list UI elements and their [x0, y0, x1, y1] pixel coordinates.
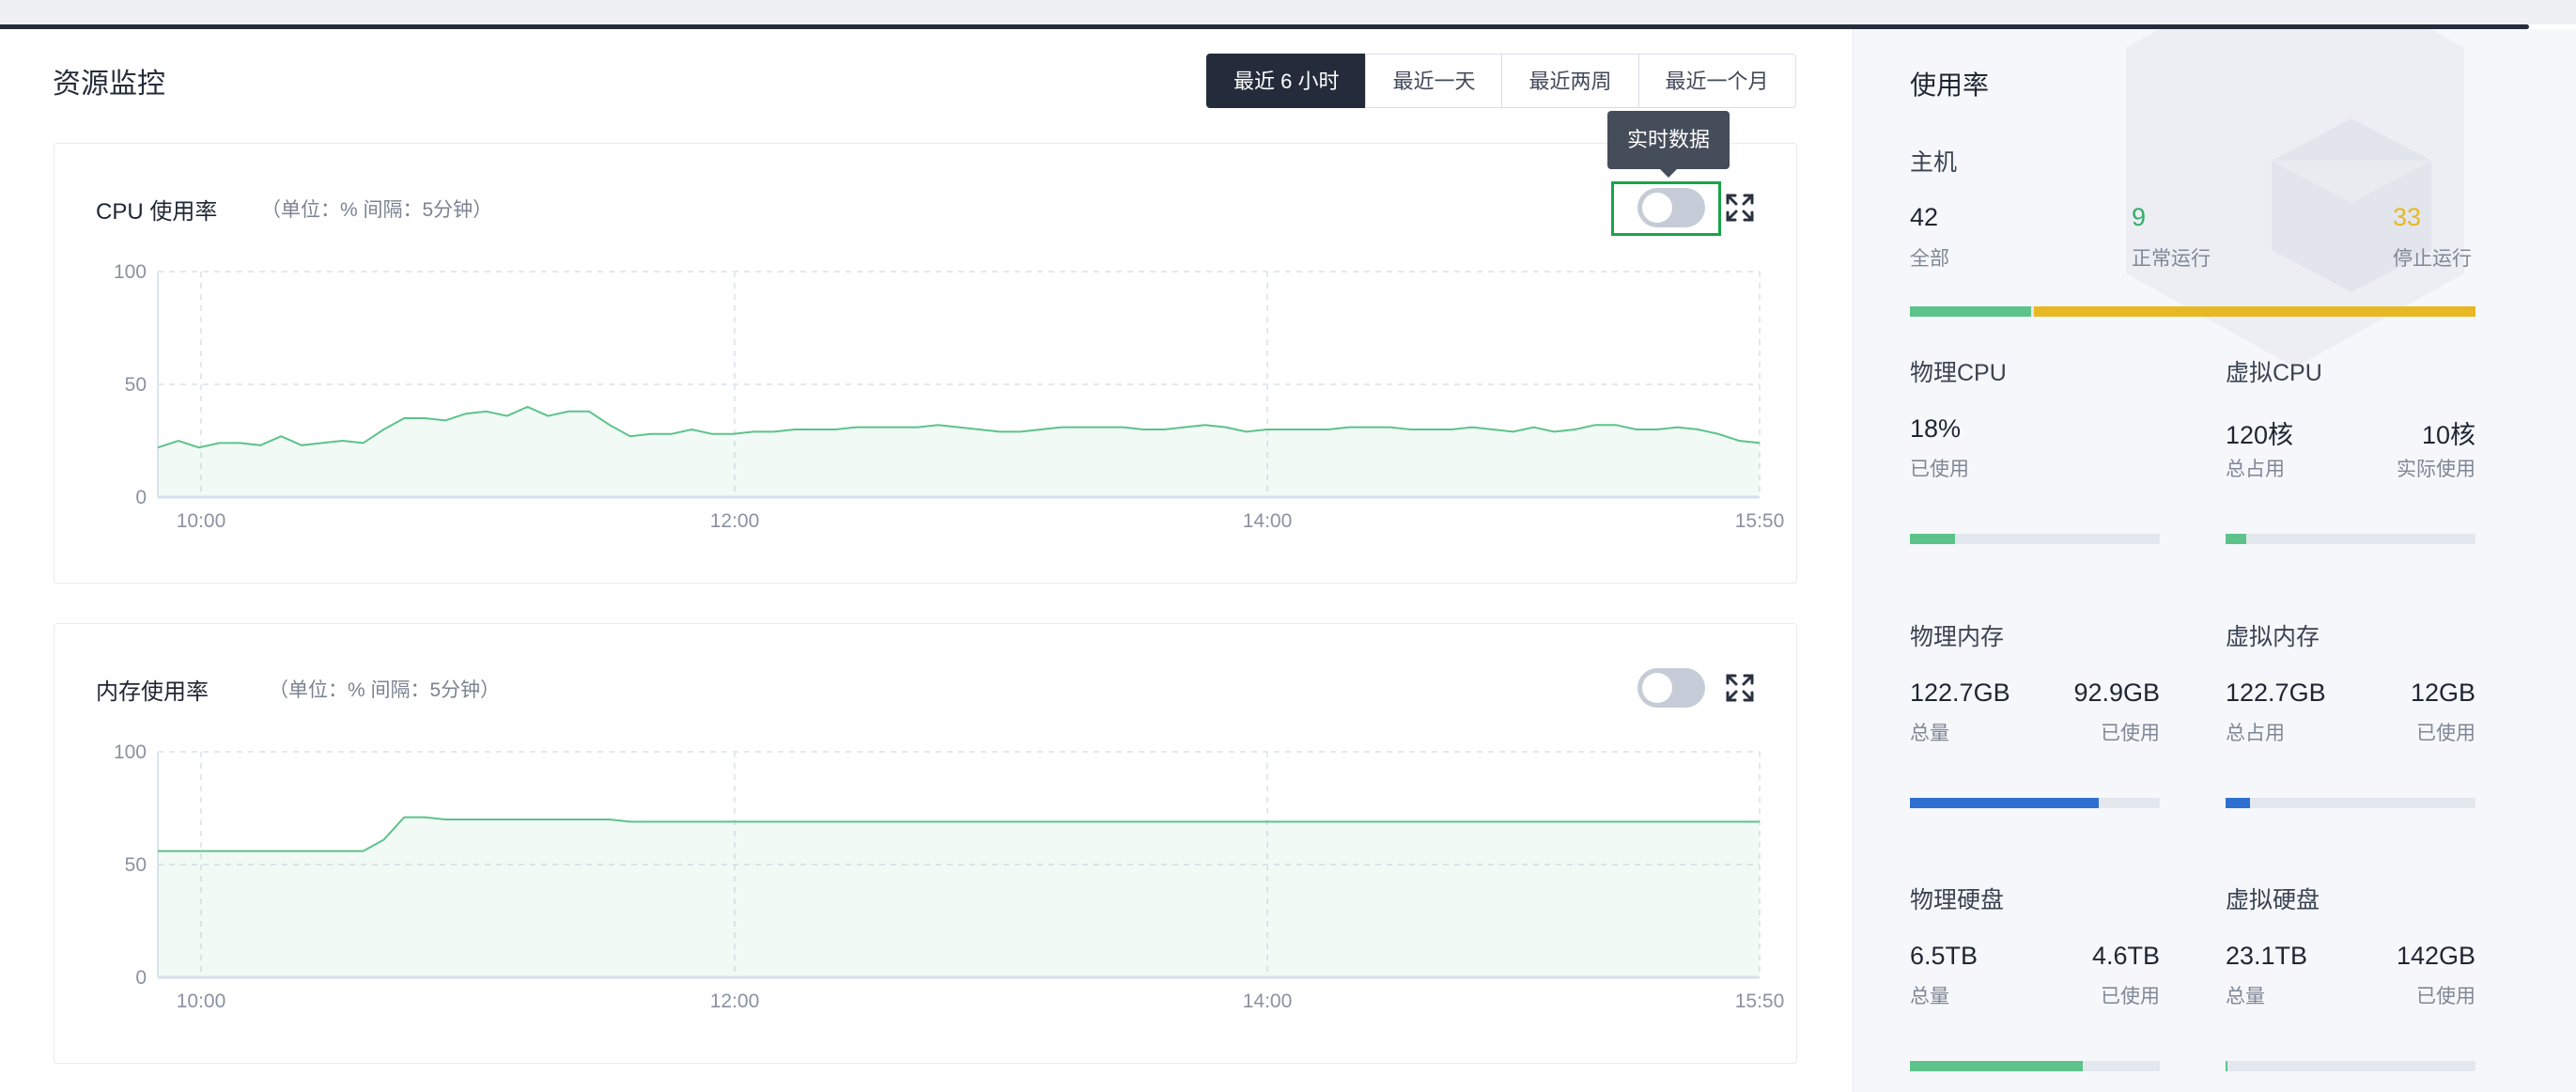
host-stopped-value: 33	[2393, 203, 2422, 231]
range-1d-button[interactable]: 最近一天	[1365, 54, 1503, 108]
phys-mem-title: 物理内存	[1910, 624, 2005, 650]
mem-area	[158, 817, 1760, 977]
virt-cpu-used-value: 10核	[2421, 421, 2475, 449]
host-section-title: 主机	[1910, 149, 1958, 176]
virt-cpu-title: 虚拟CPU	[2226, 360, 2322, 386]
virt-cpu-total-value: 120核	[2226, 421, 2294, 449]
virt-cpu-used-label: 实际使用	[2397, 459, 2475, 480]
host-running-label: 正常运行	[2132, 248, 2211, 270]
phys-disk-total-value: 6.5TB	[1910, 942, 1979, 970]
virt-mem-total-label: 总占用	[2226, 723, 2285, 744]
phys-disk-fill	[1910, 1061, 2083, 1071]
cpu-x-tick-label: 12:00	[710, 510, 760, 532]
memory-usage-chart: 100 50 0 10:00 12:00 14:00 15:50	[114, 741, 1785, 1012]
range-2w-button[interactable]: 最近两周	[1501, 54, 1639, 108]
virt-disk-title: 虚拟硬盘	[2226, 887, 2320, 913]
virt-mem-fill	[2226, 798, 2251, 808]
cpu-y-tick-label: 50	[125, 374, 147, 396]
virt-cpu-total-label: 总占用	[2226, 459, 2285, 480]
virt-disk-total-label: 总量	[2226, 986, 2265, 1007]
phys-disk-total-label: 总量	[1910, 986, 1949, 1007]
phys-mem-fill	[1910, 798, 2100, 808]
mem-x-tick-label: 10:00	[177, 991, 226, 1012]
cpu-y-tick-label: 0	[135, 487, 147, 508]
virt-cpu-fill	[2226, 534, 2247, 544]
phys-disk-used-label: 已使用	[2101, 986, 2160, 1007]
cpu-area	[158, 407, 1760, 497]
mem-x-tick-label: 15:50	[1735, 991, 1785, 1012]
host-total-label: 全部	[1910, 248, 1949, 270]
time-range-selector: 最近 6 小时 最近一天 最近两周 最近一个月	[1206, 54, 1796, 108]
host-total-value: 42	[1910, 203, 1939, 231]
host-status-bar	[1910, 306, 2475, 317]
phys-cpu-title: 物理CPU	[1910, 360, 2007, 386]
top-bar	[0, 0, 2576, 24]
mem-y-tick-label: 50	[125, 854, 147, 876]
memory-usage-panel: 内存使用率 （单位：% 间隔：5分钟） 100 50 0 10:00 12:00 14:0…	[54, 623, 1797, 1064]
virt-mem-total-value: 122.7GB	[2226, 679, 2326, 707]
phys-disk-used-value: 4.6TB	[2091, 942, 2160, 970]
host-stopped-fill	[2033, 306, 2475, 317]
virt-disk-bar	[2226, 1061, 2475, 1071]
mem-x-tick-label: 12:00	[710, 991, 760, 1012]
host-running-fill	[1910, 306, 2031, 317]
usage-title: 使用率	[1910, 70, 1990, 100]
cpu-x-tick-label: 15:50	[1735, 510, 1785, 532]
phys-mem-used-value: 92.9GB	[2073, 679, 2160, 707]
page-title: 资源监控	[53, 69, 165, 100]
virt-mem-bar	[2226, 798, 2475, 808]
virt-disk-fill	[2226, 1061, 2227, 1071]
mem-y-tick-label: 100	[114, 741, 147, 763]
realtime-tooltip: 实时数据	[1607, 111, 1730, 169]
mem-y-tick-label: 0	[135, 967, 147, 989]
phys-cpu-used-label: 已使用	[1910, 459, 1969, 480]
cpu-usage-panel: CPU 使用率 （单位：% 间隔：5分钟） 100 50 0 10:00 12:00 14…	[54, 143, 1797, 584]
phys-cpu-fill	[1910, 534, 1955, 544]
virt-mem-used-value: 12GB	[2410, 679, 2475, 707]
phys-disk-bar	[1910, 1061, 2160, 1071]
cpu-x-tick-label: 14:00	[1243, 510, 1293, 532]
cpu-usage-chart: 100 50 0 10:00 12:00 14:00 15:50	[114, 261, 1785, 532]
cpu-y-tick-label: 100	[114, 261, 147, 283]
phys-disk-title: 物理硬盘	[1910, 887, 2005, 913]
virt-cpu-bar	[2226, 534, 2475, 544]
phys-mem-used-label: 已使用	[2101, 723, 2160, 744]
virt-disk-used-label: 已使用	[2416, 986, 2475, 1007]
phys-mem-total-label: 总量	[1910, 723, 1949, 744]
virt-mem-title: 虚拟内存	[2226, 624, 2320, 650]
range-6h-button[interactable]: 最近 6 小时	[1206, 54, 1367, 108]
range-1m-button[interactable]: 最近一个月	[1637, 54, 1796, 108]
phys-cpu-used-value: 18%	[1910, 414, 1962, 443]
host-stopped-label: 停止运行	[2393, 248, 2472, 270]
usage-sidebar: 使用率 主机 42 全部 9 正常运行 33 停止运行 物理CPU 18% 已使…	[1853, 29, 2576, 1092]
mem-x-tick-label: 14:00	[1243, 991, 1293, 1012]
phys-mem-total-value: 122.7GB	[1910, 679, 2010, 707]
host-running-value: 9	[2132, 203, 2147, 231]
virt-disk-used-value: 142GB	[2396, 942, 2475, 970]
virt-mem-used-label: 已使用	[2416, 723, 2475, 744]
phys-cpu-bar	[1910, 534, 2160, 544]
virt-disk-total-value: 23.1TB	[2226, 942, 2308, 970]
phys-mem-bar	[1910, 798, 2160, 808]
tooltip-arrow	[1660, 169, 1677, 178]
cpu-x-tick-label: 10:00	[177, 510, 226, 532]
